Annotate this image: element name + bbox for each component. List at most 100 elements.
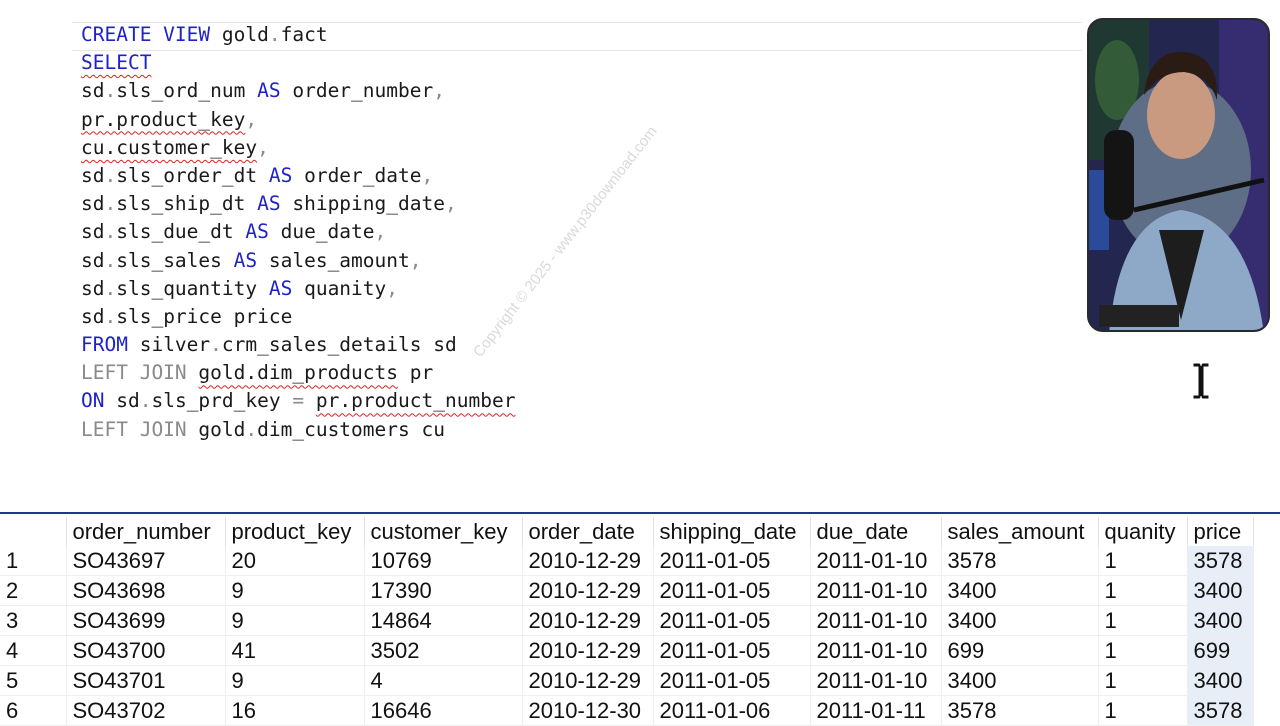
- table-cell[interactable]: 3400: [1187, 575, 1254, 606]
- table-cell[interactable]: 9: [225, 605, 365, 636]
- table-cell[interactable]: 2010-12-29: [522, 605, 654, 636]
- row-number-cell[interactable]: 5: [0, 665, 67, 696]
- table-cell[interactable]: 2011-01-05: [653, 665, 811, 696]
- table-cell[interactable]: 3578: [941, 546, 1099, 576]
- code-line[interactable]: SELECT: [81, 49, 515, 77]
- table-cell[interactable]: 3400: [1187, 605, 1254, 636]
- table-cell[interactable]: 3578: [1187, 546, 1254, 576]
- table-cell[interactable]: 2011-01-10: [810, 605, 942, 636]
- table-row[interactable]: 4 SO43700 41 3502 2010-12-29 2011-01-05 2011-0…: [0, 635, 1254, 666]
- code-line[interactable]: FROM silver.crm_sales_details sd: [81, 331, 515, 359]
- code-line[interactable]: LEFT JOIN gold.dim_customers cu: [81, 416, 515, 444]
- column-header[interactable]: customer_key: [364, 517, 523, 546]
- code-line[interactable]: sd.sls_ord_num AS order_number,: [81, 77, 515, 105]
- table-cell[interactable]: 3578: [1187, 695, 1254, 726]
- table-cell[interactable]: 1: [1098, 695, 1188, 726]
- table-cell[interactable]: 2011-01-10: [810, 665, 942, 696]
- table-row[interactable]: 1 SO43697 20 10769 2010-12-29 2011-01-05 2011-…: [0, 546, 1254, 576]
- table-row[interactable]: 5 SO43701 9 4 2010-12-29 2011-01-05 2011-01-10…: [0, 665, 1254, 696]
- table-cell[interactable]: 2011-01-05: [653, 546, 811, 576]
- code-token: silver: [127, 333, 211, 357]
- table-row[interactable]: 2 SO43698 9 17390 2010-12-29 2011-01-05 2011-0…: [0, 575, 1254, 606]
- table-cell[interactable]: 3400: [941, 575, 1099, 606]
- column-header[interactable]: product_key: [225, 517, 365, 546]
- table-cell[interactable]: 41: [225, 635, 365, 666]
- table-cell[interactable]: 2011-01-05: [653, 635, 811, 666]
- table-cell[interactable]: 16: [225, 695, 365, 726]
- table-cell[interactable]: SO43702: [66, 695, 226, 726]
- column-header[interactable]: order_date: [522, 517, 654, 546]
- table-cell[interactable]: 3578: [941, 695, 1099, 726]
- results-table[interactable]: order_number product_key customer_key order…: [0, 517, 1254, 726]
- code-line[interactable]: CREATE VIEW gold.fact: [81, 21, 515, 49]
- column-header[interactable]: price: [1187, 517, 1254, 546]
- table-cell[interactable]: 3400: [1187, 665, 1254, 696]
- table-cell[interactable]: 16646: [364, 695, 523, 726]
- code-line[interactable]: sd.sls_due_dt AS due_date,: [81, 218, 515, 246]
- table-cell[interactable]: 2010-12-29: [522, 546, 654, 576]
- table-cell[interactable]: 2011-01-10: [810, 546, 942, 576]
- table-cell[interactable]: 1: [1098, 605, 1188, 636]
- code-token: AS: [257, 79, 281, 103]
- table-cell[interactable]: 2010-12-29: [522, 575, 654, 606]
- column-header[interactable]: order_number: [66, 517, 226, 546]
- table-cell[interactable]: 2010-12-30: [522, 695, 654, 726]
- table-cell[interactable]: 4: [364, 665, 523, 696]
- row-number-cell[interactable]: 6: [0, 695, 67, 726]
- table-cell[interactable]: 14864: [364, 605, 523, 636]
- column-header[interactable]: sales_amount: [941, 517, 1099, 546]
- table-cell[interactable]: 2011-01-06: [653, 695, 811, 726]
- table-cell[interactable]: 17390: [364, 575, 523, 606]
- table-cell[interactable]: 1: [1098, 665, 1188, 696]
- table-cell[interactable]: 3400: [941, 605, 1099, 636]
- table-cell[interactable]: 2011-01-11: [810, 695, 942, 726]
- code-line[interactable]: sd.sls_quantity AS quanity,: [81, 275, 515, 303]
- table-cell[interactable]: 9: [225, 575, 365, 606]
- code-line[interactable]: ON sd.sls_prd_key = pr.product_number: [81, 387, 515, 415]
- table-cell[interactable]: 2011-01-10: [810, 635, 942, 666]
- code-line[interactable]: sd.sls_price price: [81, 303, 515, 331]
- table-cell[interactable]: SO43700: [66, 635, 226, 666]
- table-cell[interactable]: 2011-01-05: [653, 575, 811, 606]
- table-cell[interactable]: 699: [1187, 635, 1254, 666]
- column-header[interactable]: due_date: [810, 517, 942, 546]
- code-token: ,: [386, 276, 399, 300]
- table-cell[interactable]: 1: [1098, 546, 1188, 576]
- code-line[interactable]: cu.customer_key,: [81, 134, 515, 162]
- table-cell[interactable]: 2011-01-05: [653, 605, 811, 636]
- code-line[interactable]: pr.product_key,: [81, 106, 515, 134]
- table-cell[interactable]: 2010-12-29: [522, 635, 654, 666]
- table-cell[interactable]: 10769: [364, 546, 523, 576]
- table-cell[interactable]: 9: [225, 665, 365, 696]
- code-token: sd: [81, 276, 105, 300]
- table-cell[interactable]: 1: [1098, 635, 1188, 666]
- results-grid[interactable]: order_number product_key customer_key order…: [0, 512, 1280, 726]
- table-cell[interactable]: SO43697: [66, 546, 226, 576]
- table-cell[interactable]: 699: [941, 635, 1099, 666]
- table-row[interactable]: 3 SO43699 9 14864 2010-12-29 2011-01-05 2011-0…: [0, 605, 1254, 636]
- row-number-cell[interactable]: 4: [0, 635, 67, 666]
- column-header[interactable]: shipping_date: [653, 517, 811, 546]
- code-token: pr.product_number: [315, 389, 516, 413]
- table-cell[interactable]: 2010-12-29: [522, 665, 654, 696]
- table-cell[interactable]: 3502: [364, 635, 523, 666]
- table-row[interactable]: 6 SO43702 16 16646 2010-12-30 2011-01-06 2011-…: [0, 695, 1254, 726]
- row-number-cell[interactable]: 2: [0, 575, 67, 606]
- code-line[interactable]: sd.sls_sales AS sales_amount,: [81, 247, 515, 275]
- table-cell[interactable]: 20: [225, 546, 365, 576]
- code-line[interactable]: sd.sls_ship_dt AS shipping_date,: [81, 190, 515, 218]
- table-cell[interactable]: 1: [1098, 575, 1188, 606]
- table-cell[interactable]: 2011-01-10: [810, 575, 942, 606]
- row-number-header[interactable]: [0, 517, 67, 546]
- table-cell[interactable]: 3400: [941, 665, 1099, 696]
- table-cell[interactable]: SO43701: [66, 665, 226, 696]
- code-token: cu.customer_key: [81, 135, 258, 159]
- table-cell[interactable]: SO43699: [66, 605, 226, 636]
- row-number-cell[interactable]: 1: [0, 546, 67, 576]
- table-cell[interactable]: SO43698: [66, 575, 226, 606]
- column-header[interactable]: quanity: [1098, 517, 1188, 546]
- sql-code[interactable]: CREATE VIEW gold.fact SELECT sd.sls_ord_nu…: [81, 21, 515, 444]
- code-line[interactable]: sd.sls_order_dt AS order_date,: [81, 162, 515, 190]
- code-line[interactable]: LEFT JOIN gold.dim_products pr: [81, 359, 515, 387]
- row-number-cell[interactable]: 3: [0, 605, 67, 636]
